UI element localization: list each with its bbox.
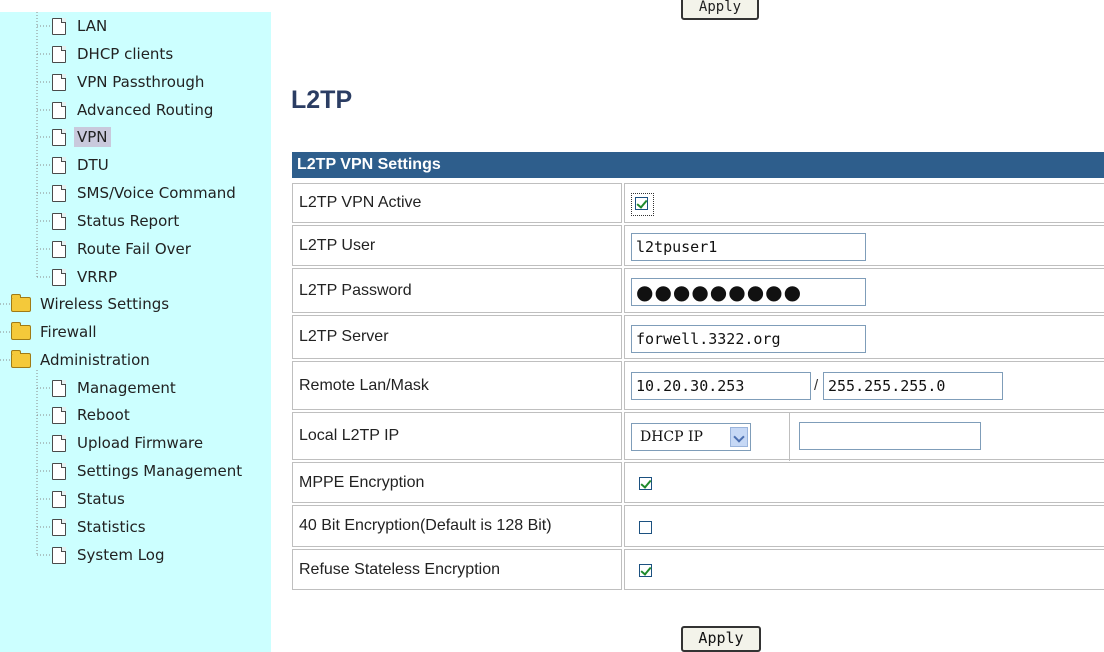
folder-icon: [11, 293, 31, 312]
l2tp-vpn-active-checkbox[interactable]: [635, 197, 648, 210]
document-icon: [52, 73, 66, 91]
row-value: [624, 183, 1104, 223]
sidebar-item-lan[interactable]: LAN: [52, 13, 110, 39]
sidebar-item-vpn-passthrough[interactable]: VPN Passthrough: [52, 69, 207, 95]
refuse-stateless-encryption-checkbox[interactable]: [639, 564, 652, 577]
sidebar-item-label: Upload Firmware: [77, 434, 204, 452]
sidebar-item-label: VPN: [74, 127, 111, 147]
page-title: L2TP: [291, 86, 353, 114]
row-label: Local L2TP IP: [292, 412, 622, 460]
sidebar-item-label: DHCP clients: [77, 45, 174, 63]
document-icon: [52, 462, 66, 480]
sidebar-item-vrrp[interactable]: VRRP: [52, 264, 120, 290]
sidebar-item-label: Statistics: [77, 518, 146, 536]
sidebar-item-sms-voice-command[interactable]: SMS/Voice Command: [52, 180, 239, 206]
document-icon: [52, 184, 66, 202]
chevron-down-icon: [730, 427, 748, 447]
separator-slash: /: [814, 377, 819, 394]
row-value: 10.20.30.253 / 255.255.255.0: [624, 361, 1104, 410]
document-icon: [52, 45, 66, 63]
sidebar-item-label: SMS/Voice Command: [77, 184, 236, 202]
sidebar-item-label: Advanced Routing: [77, 101, 214, 119]
row-value: [624, 462, 1104, 503]
sidebar-folder-wireless-settings[interactable]: Wireless Settings: [11, 291, 172, 317]
bit40-encryption-checkbox[interactable]: [639, 521, 652, 534]
l2tp-user-input[interactable]: l2tpuser1: [631, 233, 866, 261]
document-icon: [52, 212, 66, 230]
document-icon: [52, 518, 66, 536]
sidebar-item-system-log[interactable]: System Log: [52, 542, 168, 568]
sidebar-item-label: Administration: [40, 351, 150, 369]
row-label: Refuse Stateless Encryption: [292, 549, 622, 590]
document-icon: [52, 156, 66, 174]
sidebar-item-label: DTU: [77, 156, 109, 174]
sidebar-item-label: Route Fail Over: [77, 240, 191, 258]
sidebar-item-settings-management[interactable]: Settings Management: [52, 458, 245, 484]
sidebar-item-route-fail-over[interactable]: Route Fail Over: [52, 236, 194, 262]
row-label: 40 Bit Encryption(Default is 128 Bit): [292, 505, 622, 547]
row-value: [624, 505, 1104, 547]
sidebar-item-statistics[interactable]: Statistics: [52, 514, 149, 540]
remote-lan-input[interactable]: 10.20.30.253: [631, 372, 811, 400]
row-value: l2tpuser1: [624, 225, 1104, 266]
sidebar-item-management[interactable]: Management: [52, 375, 179, 401]
row-value: ●●●●●●●●●: [624, 268, 1104, 313]
sidebar-item-reboot[interactable]: Reboot: [52, 402, 133, 428]
sidebar-item-label: System Log: [77, 546, 165, 564]
mppe-encryption-checkbox[interactable]: [639, 477, 652, 490]
apply-button-top[interactable]: Apply: [681, 0, 759, 20]
sidebar-nav-tree: LAN DHCP clients VPN Passthrough Advance…: [0, 12, 271, 652]
row-label: L2TP User: [292, 225, 622, 266]
remote-mask-input[interactable]: 255.255.255.0: [823, 372, 1003, 400]
sidebar-folder-administration[interactable]: Administration: [11, 347, 153, 373]
folder-icon: [11, 321, 31, 340]
sidebar-item-label: Management: [77, 379, 176, 397]
local-l2tp-ip-select[interactable]: DHCP IP: [631, 423, 751, 451]
row-value: DHCP IP: [624, 412, 1104, 461]
sidebar-item-label: Settings Management: [77, 462, 243, 480]
sidebar-item-vpn[interactable]: VPN: [52, 124, 111, 150]
row-value: forwell.3322.org: [624, 315, 1104, 359]
sidebar-item-label: Wireless Settings: [40, 295, 170, 313]
sidebar-item-label: Reboot: [77, 406, 130, 424]
sidebar-item-dhcp-clients[interactable]: DHCP clients: [52, 41, 176, 67]
sidebar-item-label: Status: [77, 490, 125, 508]
document-icon: [52, 128, 66, 146]
document-icon: [52, 434, 66, 452]
document-icon: [52, 268, 66, 286]
l2tp-server-input[interactable]: forwell.3322.org: [631, 325, 866, 353]
document-icon: [52, 379, 66, 397]
row-label: L2TP Password: [292, 268, 622, 313]
sidebar-item-status-report[interactable]: Status Report: [52, 208, 182, 234]
sidebar-item-label: Status Report: [77, 212, 180, 230]
sidebar-item-label: VPN Passthrough: [77, 73, 205, 91]
sidebar-item-label: VRRP: [77, 268, 118, 286]
sidebar-item-status[interactable]: Status: [52, 486, 128, 512]
row-label: L2TP VPN Active: [292, 183, 622, 223]
local-l2tp-ip-selected-value: DHCP IP: [640, 429, 703, 445]
sidebar-item-label: LAN: [77, 17, 108, 35]
sidebar-folder-firewall[interactable]: Firewall: [11, 319, 100, 345]
document-icon: [52, 406, 66, 424]
sidebar-item-label: Firewall: [40, 323, 97, 341]
sidebar-item-upload-firmware[interactable]: Upload Firmware: [52, 430, 206, 456]
row-label: L2TP Server: [292, 315, 622, 359]
l2tp-password-input[interactable]: ●●●●●●●●●: [631, 278, 866, 306]
local-l2tp-ip-input[interactable]: [799, 422, 981, 450]
row-label: Remote Lan/Mask: [292, 361, 622, 410]
sidebar-item-dtu[interactable]: DTU: [52, 152, 112, 178]
document-icon: [52, 17, 66, 35]
cell-divider: [789, 413, 790, 461]
row-label: MPPE Encryption: [292, 462, 622, 503]
sidebar-item-advanced-routing[interactable]: Advanced Routing: [52, 97, 216, 123]
row-value: [624, 549, 1104, 590]
document-icon: [52, 490, 66, 508]
table-header: L2TP VPN Settings: [292, 152, 1104, 178]
document-icon: [52, 240, 66, 258]
folder-open-icon: [11, 349, 31, 368]
apply-button[interactable]: Apply: [681, 626, 761, 652]
document-icon: [52, 546, 66, 564]
document-icon: [52, 101, 66, 119]
